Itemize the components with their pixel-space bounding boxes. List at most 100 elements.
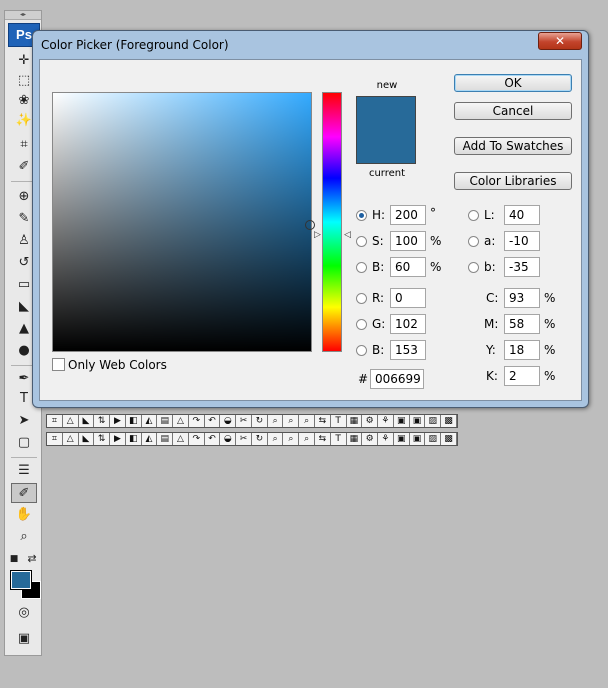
g-radio[interactable] — [356, 319, 367, 330]
strip-icon[interactable]: ⌕ — [268, 433, 284, 445]
strip-icon[interactable]: ↷ — [189, 415, 205, 427]
strip-icon[interactable]: ▩ — [441, 415, 457, 427]
strip-icon[interactable]: ⌕ — [299, 433, 316, 445]
l-field[interactable]: 40 — [504, 205, 540, 225]
hue-slider-left-arrow-icon[interactable]: ▷ — [314, 230, 321, 240]
r-field[interactable]: 0 — [390, 288, 426, 308]
strip-icon[interactable]: ⌕ — [268, 415, 284, 427]
strip-icon[interactable]: △ — [173, 433, 189, 445]
strip-icon[interactable]: ⚘ — [378, 433, 394, 445]
strip-icon[interactable]: ▣ — [410, 433, 426, 445]
zoom-tool-icon[interactable]: ⌕ — [11, 527, 37, 547]
strip-icon[interactable]: ✂ — [236, 415, 252, 427]
s-radio[interactable] — [356, 236, 367, 247]
strip-icon[interactable]: ⌗ — [47, 433, 63, 445]
strip-icon[interactable]: ↶ — [205, 433, 221, 445]
strip-icon[interactable]: ◣ — [79, 433, 95, 445]
strip-icon[interactable]: ⚙ — [362, 433, 379, 445]
y-field[interactable]: 18 — [504, 340, 540, 360]
color-libraries-button[interactable]: Color Libraries — [454, 172, 572, 190]
strip-icon[interactable]: ▣ — [410, 415, 426, 427]
strip-icon[interactable]: ◧ — [126, 433, 142, 445]
strip-icon[interactable]: T — [331, 415, 347, 427]
strip-icon[interactable]: ▣ — [394, 415, 410, 427]
strip-icon[interactable]: ▦ — [347, 433, 363, 445]
color-field-marker[interactable] — [305, 220, 315, 230]
dialog-titlebar[interactable]: Color Picker (Foreground Color) ✕ — [33, 31, 588, 59]
strip-icon[interactable]: ◣ — [79, 415, 95, 427]
strip-icon[interactable]: ⌕ — [283, 415, 300, 427]
add-to-swatches-button[interactable]: Add To Swatches — [454, 137, 572, 155]
a-radio[interactable] — [468, 236, 479, 247]
blue-field[interactable]: 153 — [390, 340, 426, 360]
strip-icon[interactable]: ⇅ — [94, 415, 111, 427]
strip-icon[interactable]: ▤ — [157, 415, 174, 427]
ok-button[interactable]: OK — [454, 74, 572, 92]
s-field[interactable]: 100 — [390, 231, 426, 251]
hue-slider-right-arrow-icon[interactable]: ◁ — [344, 230, 351, 240]
strip-icon[interactable]: △ — [63, 415, 79, 427]
strip-icon[interactable]: ⌕ — [283, 433, 300, 445]
strip-icon[interactable]: ▦ — [347, 415, 363, 427]
close-button[interactable]: ✕ — [538, 32, 582, 50]
swap-colors-icon[interactable]: ⇄ — [25, 549, 39, 569]
brightness-field[interactable]: 60 — [390, 257, 426, 277]
strip-icon[interactable]: ◭ — [142, 433, 158, 445]
path-selection-tool-icon[interactable]: ➤ — [11, 411, 37, 431]
h-field[interactable]: 200 — [390, 205, 426, 225]
strip-icon[interactable]: ↷ — [189, 433, 205, 445]
strip-icon[interactable]: △ — [63, 433, 79, 445]
strip-icon[interactable]: T — [331, 433, 347, 445]
strip-icon[interactable]: ▨ — [425, 415, 442, 427]
saturation-brightness-field[interactable] — [52, 92, 312, 352]
strip-icon[interactable]: ⇆ — [315, 415, 331, 427]
strip-icon[interactable]: ▤ — [157, 433, 174, 445]
strip-icon[interactable]: ◒ — [220, 433, 237, 445]
panel-grip[interactable]: ◂▸ — [5, 11, 41, 20]
lab-b-field[interactable]: -35 — [504, 257, 540, 277]
quick-mask-icon[interactable]: ◎ — [11, 603, 37, 623]
strip-icon[interactable]: ⇅ — [94, 433, 111, 445]
h-radio[interactable] — [356, 210, 367, 221]
l-radio[interactable] — [468, 210, 479, 221]
notes-tool-icon[interactable]: ☰ — [11, 461, 37, 481]
strip-icon[interactable]: ◒ — [220, 415, 237, 427]
strip-icon[interactable]: ⇆ — [315, 433, 331, 445]
strip-icon[interactable]: ↻ — [252, 415, 268, 427]
strip-icon[interactable]: ↻ — [252, 433, 268, 445]
strip-icon[interactable]: ▣ — [394, 433, 410, 445]
m-field[interactable]: 58 — [504, 314, 540, 334]
hex-field[interactable]: 006699 — [370, 369, 424, 389]
c-field[interactable]: 93 — [504, 288, 540, 308]
only-web-colors-checkbox[interactable] — [52, 358, 65, 371]
cancel-button[interactable]: Cancel — [454, 102, 572, 120]
strip-icon[interactable]: ↶ — [205, 415, 221, 427]
r-radio[interactable] — [356, 293, 367, 304]
strip-icon[interactable]: ⚙ — [362, 415, 379, 427]
lab-b-radio[interactable] — [468, 262, 479, 273]
shape-tool-icon[interactable]: ▢ — [11, 433, 37, 453]
strip-icon[interactable]: ⚘ — [378, 415, 394, 427]
strip-icon[interactable]: ◧ — [126, 415, 142, 427]
foreground-color-swatch[interactable] — [10, 570, 32, 590]
hue-slider[interactable] — [322, 92, 342, 352]
g-field[interactable]: 102 — [390, 314, 426, 334]
blue-radio[interactable] — [356, 345, 367, 356]
strip-icon[interactable]: ◭ — [142, 415, 158, 427]
screen-mode-icon[interactable]: ▣ — [11, 629, 37, 649]
strip-icon[interactable]: △ — [173, 415, 189, 427]
strip-icon[interactable]: ▨ — [425, 433, 442, 445]
k-field[interactable]: 2 — [504, 366, 540, 386]
hand-tool-icon[interactable]: ✋ — [11, 505, 37, 525]
strip-icon[interactable]: ✂ — [236, 433, 252, 445]
strip-icon[interactable]: ▩ — [441, 433, 457, 445]
strip-icon[interactable]: ▶ — [110, 433, 126, 445]
default-colors-icon[interactable]: ■ — [7, 549, 21, 569]
current-color-swatch[interactable] — [356, 130, 416, 164]
eyedropper-tool-active-icon[interactable]: ✐ — [11, 483, 37, 503]
strip-icon[interactable]: ⌗ — [47, 415, 63, 427]
strip-icon[interactable]: ⌕ — [299, 415, 316, 427]
brightness-radio[interactable] — [356, 262, 367, 273]
strip-icon[interactable]: ▶ — [110, 415, 126, 427]
a-field[interactable]: -10 — [504, 231, 540, 251]
